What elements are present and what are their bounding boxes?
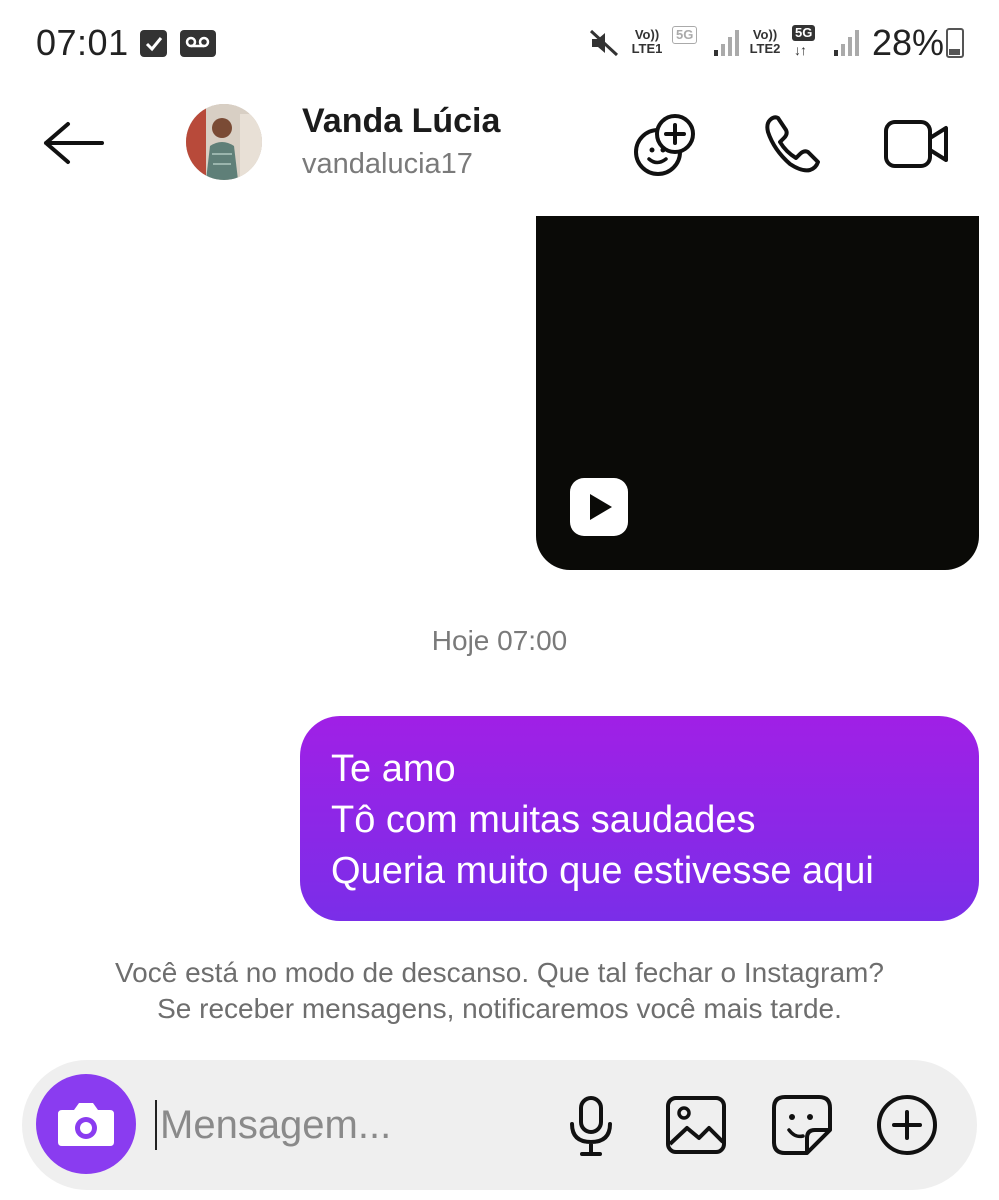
checkbox-icon [140, 30, 167, 57]
avatar[interactable] [186, 104, 262, 180]
message-line: Te amo [331, 748, 456, 790]
status-time: 07:01 [36, 22, 129, 63]
more-options-button[interactable] [874, 1092, 940, 1158]
call-button[interactable] [756, 108, 828, 180]
microphone-icon [570, 1096, 612, 1156]
video-call-button[interactable] [880, 108, 952, 180]
message-line: Queria muito que estivesse aqui [331, 850, 874, 892]
data-activity-icon: ↓↑ [794, 42, 807, 58]
back-arrow-icon [44, 122, 104, 164]
sim1-lte: LTE1 [631, 41, 663, 56]
battery-percent: 28% [872, 22, 945, 63]
camera-button[interactable] [36, 1074, 136, 1174]
video-camera-icon [884, 120, 948, 168]
gallery-button[interactable] [663, 1092, 729, 1158]
effects-button[interactable] [630, 108, 702, 180]
camera-icon [58, 1103, 114, 1146]
play-icon[interactable] [570, 478, 628, 536]
signal-icon [712, 28, 740, 63]
message-input[interactable] [160, 1098, 540, 1152]
sim2-volte: Vo)) [752, 27, 778, 42]
text-caret [155, 1100, 157, 1150]
back-button[interactable] [38, 118, 108, 168]
rest-notice-line: Se receber mensagens, notificaremos você… [157, 993, 842, 1024]
voicemail-icon [180, 30, 216, 57]
effects-icon [634, 114, 695, 176]
signal-icon-2 [832, 28, 860, 63]
sticker-button[interactable] [769, 1092, 835, 1158]
video-message[interactable] [536, 216, 979, 570]
battery-level [949, 49, 960, 55]
sim1-volte: Vo)) [634, 27, 660, 42]
contact-username[interactable]: vandalucia17 [302, 148, 473, 181]
rest-notice-line: Você está no modo de descanso. Que tal f… [115, 957, 884, 988]
sent-message-bubble[interactable]: Te amo Tô com muitas saudades Queria mui… [300, 716, 979, 921]
message-line: Tô com muitas saudades [331, 799, 756, 841]
gallery-icon [666, 1096, 726, 1154]
battery-charging-icon [946, 28, 964, 58]
sticker-icon [772, 1095, 832, 1155]
sim2-network: Vo)) LTE2 [746, 28, 784, 56]
sim2-5g-badge: 5G [792, 25, 816, 41]
sim1-5g-badge: 5G [672, 26, 698, 44]
message-composer [22, 1060, 977, 1190]
microphone-button[interactable] [558, 1092, 624, 1158]
mute-icon [588, 27, 620, 64]
plus-icon [877, 1095, 937, 1155]
contact-name[interactable]: Vanda Lúcia [302, 102, 500, 141]
sim2-lte: LTE2 [749, 41, 781, 56]
sim1-network: Vo)) LTE1 [628, 28, 666, 56]
rest-mode-notice: Você está no modo de descanso. Que tal f… [0, 955, 999, 1027]
phone-icon [765, 115, 820, 173]
status-bar: 07:01 Vo)) LTE1 5G Vo)) LTE2 5G ↓↑ 28% [0, 0, 999, 88]
message-timestamp: Hoje 07:00 [431, 625, 568, 656]
